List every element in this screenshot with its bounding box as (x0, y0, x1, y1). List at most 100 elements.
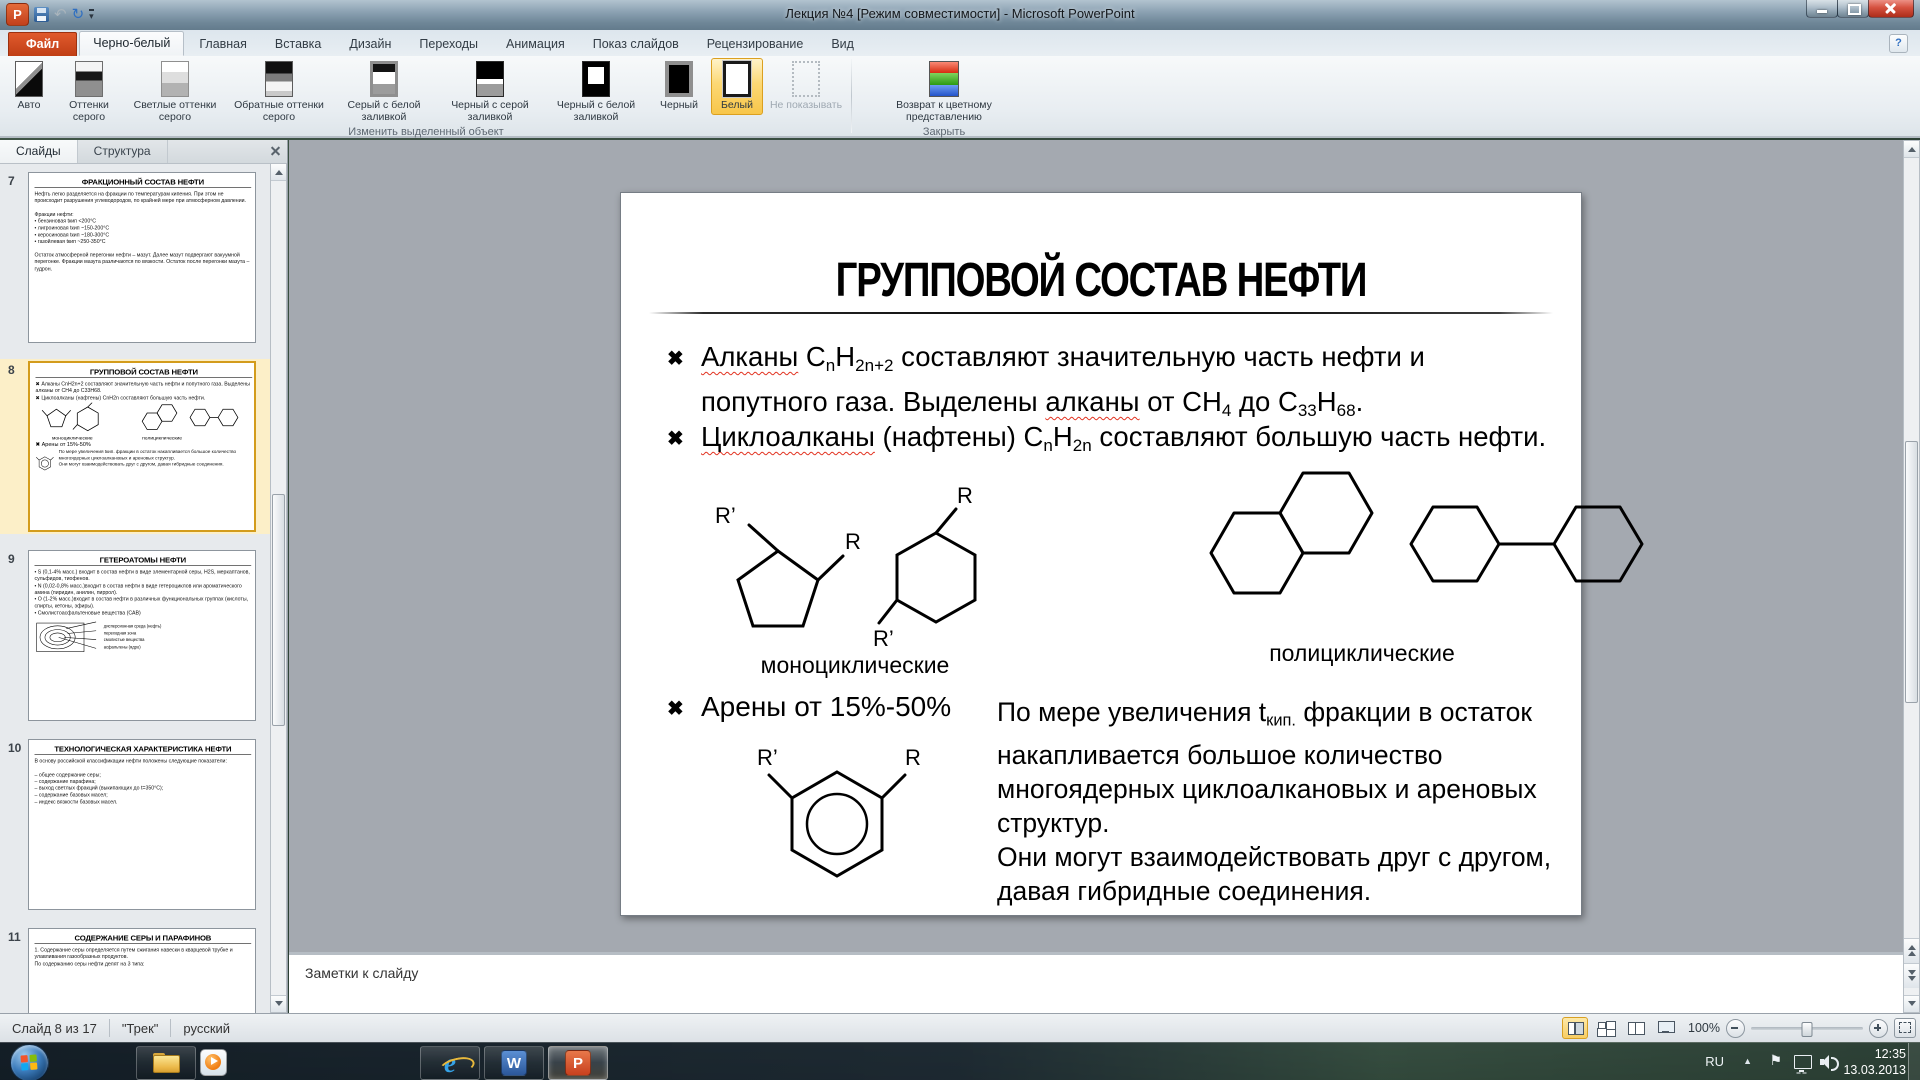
clock[interactable]: 12:35 13.03.2013 (1843, 1046, 1906, 1078)
taskbar-explorer-button[interactable] (136, 1046, 196, 1080)
bw-auto-button[interactable]: Авто (5, 58, 53, 115)
tab-file[interactable]: Файл (8, 32, 77, 56)
cyclopentane-structure: R’ R (693, 493, 863, 638)
black-gray-fill-button[interactable]: Черный с серой заливкой (437, 58, 543, 126)
start-button[interactable] (10, 1044, 49, 1080)
ribbon-tabs: Файл Черно-белый Главная Вставка Дизайн … (0, 30, 1920, 56)
label-monocyclic[interactable]: моноциклические (687, 652, 1023, 679)
main-scrollbar[interactable] (1903, 140, 1920, 1013)
panel-close-icon[interactable] (265, 140, 287, 163)
gray-white-fill-button[interactable]: Серый с белой заливкой (333, 58, 435, 126)
maximize-button[interactable] (1837, 0, 1869, 18)
bullet-alkanes[interactable]: ✖ Алканы CnH2n+2 составляют значительную… (667, 339, 1555, 429)
inverse-grayscale-button[interactable]: Обратные оттенки серого (227, 58, 331, 126)
zoom-out-button[interactable] (1726, 1019, 1745, 1038)
tab-transitions[interactable]: Переходы (406, 33, 491, 56)
scroll-up-icon[interactable] (1904, 141, 1919, 158)
light-grayscale-button[interactable]: Светлые оттенки серого (125, 58, 225, 126)
slide-canvas[interactable]: ГРУППОВОЙ СОСТАВ НЕФТИ ГРУППОВОЙ СОСТАВ … (620, 192, 1582, 916)
previous-slide-button[interactable] (1904, 938, 1919, 963)
zoom-slider[interactable] (1751, 1027, 1863, 1030)
tray-expand-icon[interactable]: ▲ (1743, 1056, 1752, 1066)
next-slide-button[interactable] (1904, 963, 1919, 988)
notes-pane[interactable]: Заметки к слайду (289, 952, 1903, 1013)
tab-review[interactable]: Рецензирование (694, 33, 817, 56)
tab-view[interactable]: Вид (818, 33, 867, 56)
panel-scrollbar[interactable] (270, 163, 287, 1013)
help-icon[interactable]: ? (1889, 34, 1908, 53)
slide-thumbnail-8[interactable]: 8 ГРУППОВОЙ СОСТАВ НЕФТИ ✖ Алканы CnH2n+… (0, 359, 270, 534)
panel-tabs: Слайды Структура (0, 140, 287, 164)
thumb-title: ГРУППОВОЙ СОСТАВ НЕФТИ (36, 367, 253, 377)
svg-text:R’: R’ (873, 626, 894, 651)
cyclohexane-structure: R R’ (873, 481, 1008, 656)
keyboard-language[interactable]: RU (1705, 1054, 1724, 1069)
bullet-arenes[interactable]: ✖ Арены от 15%-50% (667, 689, 951, 725)
slide-thumbnail-11[interactable]: 11 СОДЕРЖАНИЕ СЕРЫ И ПАРАФИНОВ 1. Содерж… (0, 926, 270, 1013)
slide-paragraph[interactable]: По мере увеличения tкип. фракции в остат… (997, 695, 1581, 908)
minimize-button[interactable] (1806, 0, 1838, 18)
gray-white-fill-icon (370, 61, 398, 97)
taskbar-powerpoint-button[interactable]: P (548, 1046, 608, 1080)
slide-thumbnail-9[interactable]: 9 ГЕТЕРОАТОМЫ НЕФТИ • S (0,1-4% масс.) в… (0, 548, 270, 723)
slide-thumbnail-7[interactable]: 7 ФРАКЦИОННЫЙ СОСТАВ НЕФТИ Нефть легко р… (0, 170, 270, 345)
zoom-level[interactable]: 100% (1684, 1021, 1720, 1035)
titlebar: P ↶ ↻ ▾ Лекция №4 [Режим совместимости] … (0, 0, 1920, 31)
status-bar: Слайд 8 из 17 "Трек" русский 100% (0, 1013, 1920, 1042)
light-grayscale-icon (161, 61, 189, 97)
fit-to-window-button[interactable] (1894, 1018, 1916, 1038)
rgb-color-icon (929, 61, 959, 97)
normal-view-button[interactable] (1562, 1017, 1588, 1039)
tab-animations[interactable]: Анимация (493, 33, 578, 56)
grayscale-icon (75, 61, 103, 97)
internet-explorer-icon: e (444, 1051, 456, 1076)
white-icon (723, 61, 751, 97)
language-indicator[interactable]: русский (171, 1021, 242, 1036)
slide-title[interactable]: ГРУППОВОЙ СОСТАВ НЕФТИ (717, 253, 1485, 308)
bullet-cycloalkanes[interactable]: ✖ Циклоалканы (нафтены) CnH2n составляют… (667, 419, 1555, 464)
svg-text:R: R (845, 529, 861, 554)
back-to-color-button[interactable]: Возврат к цветному представлению (856, 58, 1032, 126)
action-center-flag-icon[interactable]: ⚑ (1769, 1052, 1782, 1069)
tab-black-white[interactable]: Черно-белый (79, 31, 184, 56)
scroll-down-icon[interactable] (271, 995, 286, 1012)
scroll-down-icon[interactable] (1904, 995, 1919, 1012)
thumb-title: ТЕХНОЛОГИЧЕСКАЯ ХАРАКТЕРИСТИКА НЕФТИ (35, 744, 252, 754)
slideshow-view-button[interactable] (1654, 1018, 1678, 1038)
taskbar-internet-explorer-button[interactable]: e (420, 1046, 480, 1080)
grayscale-button[interactable]: Оттенки серого (55, 58, 123, 126)
thumb-title: СОДЕРЖАНИЕ СЕРЫ И ПАРАФИНОВ (35, 933, 252, 943)
inverse-grayscale-icon (265, 61, 293, 97)
svg-text:R’: R’ (757, 745, 778, 770)
zoom-in-button[interactable] (1869, 1019, 1888, 1038)
reading-view-button[interactable] (1624, 1018, 1648, 1038)
white-button[interactable]: Белый (711, 58, 763, 115)
tab-slides[interactable]: Слайды (0, 140, 78, 163)
panel-scroll-thumb[interactable] (272, 494, 285, 726)
black-button[interactable]: Черный (649, 58, 709, 115)
zoom-slider-knob[interactable] (1802, 1022, 1813, 1037)
tab-outline[interactable]: Структура (78, 140, 168, 163)
tab-slideshow[interactable]: Показ слайдов (580, 33, 692, 56)
thumb-title: ГЕТЕРОАТОМЫ НЕФТИ (35, 555, 252, 565)
taskbar-word-button[interactable]: W (484, 1046, 544, 1080)
linked-hexagons-structure (1409, 489, 1644, 601)
tab-home[interactable]: Главная (186, 33, 260, 56)
slide-sorter-view-button[interactable] (1594, 1018, 1618, 1038)
media-player-icon (200, 1049, 227, 1076)
tab-design[interactable]: Дизайн (336, 33, 404, 56)
tab-insert[interactable]: Вставка (262, 33, 334, 56)
scroll-up-icon[interactable] (271, 164, 286, 181)
slide-thumbnail-10[interactable]: 10 ТЕХНОЛОГИЧЕСКАЯ ХАРАКТЕРИСТИКА НЕФТИ … (0, 737, 270, 912)
label-polycyclic[interactable]: полициклические (1177, 640, 1547, 667)
volume-icon[interactable] (1820, 1055, 1838, 1069)
main-scroll-thumb[interactable] (1905, 441, 1918, 703)
close-button[interactable] (1868, 0, 1914, 18)
powerpoint-icon: P (565, 1050, 591, 1076)
taskbar-media-player-button[interactable] (200, 1049, 227, 1076)
network-icon[interactable] (1794, 1055, 1812, 1069)
show-desktop-button[interactable] (1908, 1043, 1920, 1080)
black-white-fill-button[interactable]: Черный с белой заливкой (545, 58, 647, 126)
dont-show-button[interactable]: Не показывать (765, 58, 847, 115)
windows-logo-icon (20, 1054, 37, 1070)
